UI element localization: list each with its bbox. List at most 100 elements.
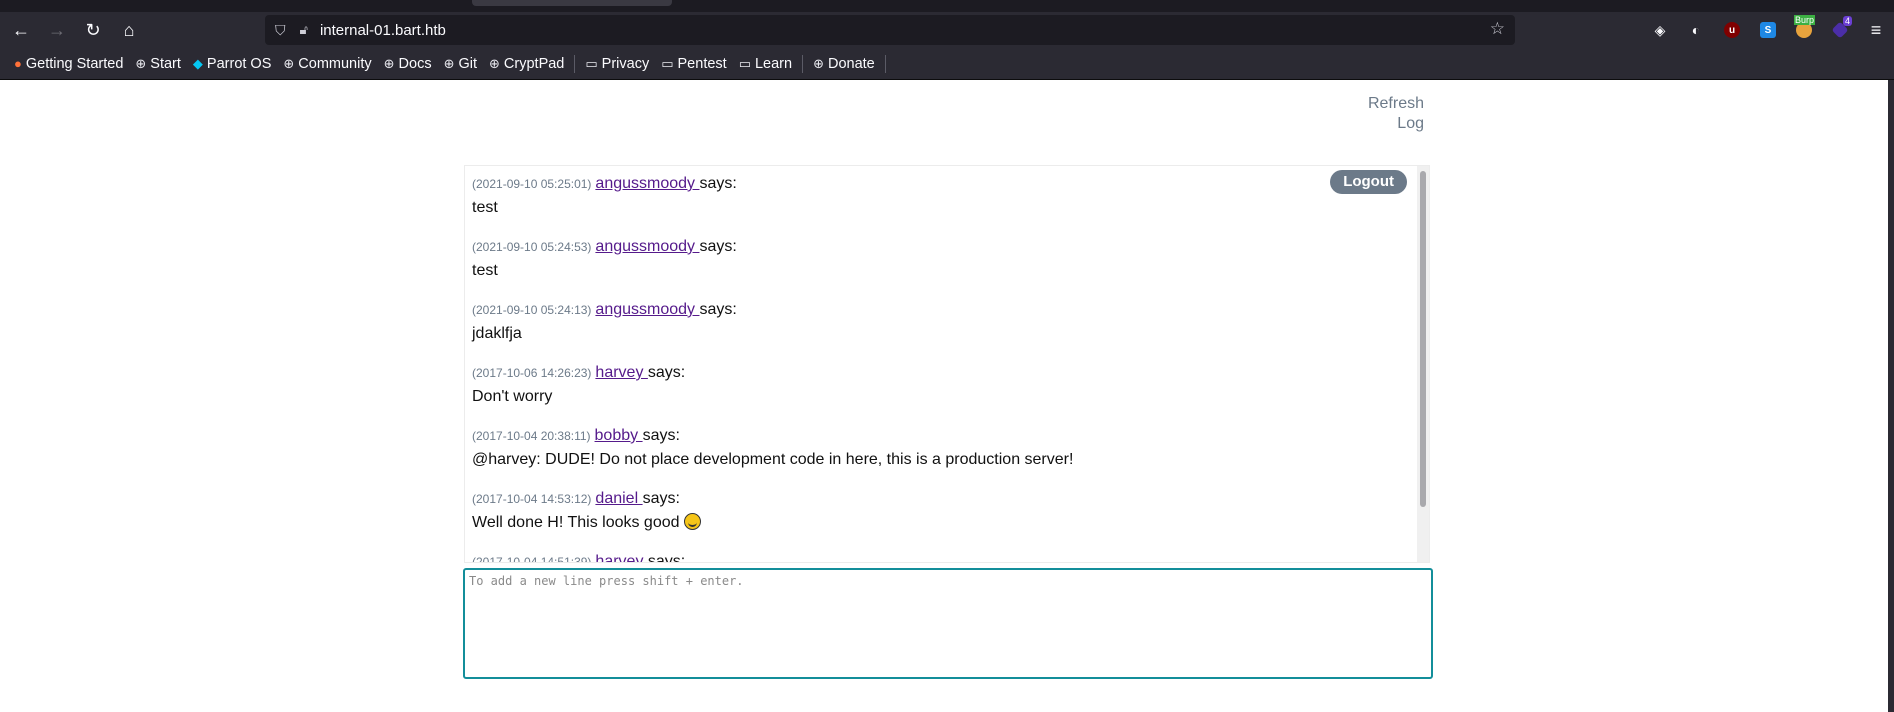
- says-label: says:: [699, 238, 737, 255]
- bookmark-label: Pentest: [677, 55, 727, 72]
- bookmark-community[interactable]: ⊕ Community: [277, 52, 377, 76]
- message-input[interactable]: [465, 570, 1431, 677]
- toolbar-icons: ◈ ◐ u S Burp 4 ≡: [1642, 15, 1894, 44]
- bookmark-git[interactable]: ⊕ Git: [438, 52, 483, 76]
- back-button[interactable]: ←: [6, 16, 36, 44]
- bookmark-label: Git: [458, 55, 478, 72]
- bookmark-separator: [802, 54, 804, 73]
- message-username-link[interactable]: harvey: [595, 553, 647, 562]
- wappalyzer-icon: S: [1760, 22, 1776, 38]
- message-body: Well done H! This looks good: [472, 513, 1421, 533]
- extensions-button[interactable]: 4: [1822, 16, 1858, 44]
- globe-icon: ⊕: [489, 55, 500, 71]
- foxyproxy-button[interactable]: ◐: [1678, 16, 1714, 44]
- bookmark-donate[interactable]: ⊕ Donate: [807, 52, 881, 76]
- bookmark-star-icon[interactable]: ☆: [1490, 19, 1505, 39]
- wappalyzer-button[interactable]: S: [1750, 16, 1786, 44]
- message-body: @harvey: DUDE! Do not place development …: [472, 451, 1074, 468]
- log-link[interactable]: Log: [1368, 114, 1424, 134]
- refresh-link[interactable]: Refresh: [1368, 94, 1424, 114]
- message-username-link[interactable]: harvey: [595, 364, 647, 381]
- message-username-link[interactable]: angussmoody: [595, 238, 699, 255]
- arrow-right-icon: →: [48, 19, 66, 40]
- globe-icon: ⊕: [135, 55, 147, 71]
- chat-message: (2017-10-04 14:51:39) harvey says:: [472, 552, 1421, 563]
- says-label: says:: [647, 553, 686, 563]
- message-header: (2021-09-10 05:25:01) angussmoody says:: [472, 174, 1421, 194]
- bookmark-docs[interactable]: ⊕ Docs: [378, 52, 438, 76]
- message-body-text: Well done H! This looks good: [472, 514, 680, 531]
- says-label: says:: [647, 364, 686, 381]
- url-text[interactable]: internal-01.bart.htb: [320, 22, 446, 39]
- home-button[interactable]: ⌂: [114, 16, 144, 44]
- pocket-button[interactable]: ◈: [1642, 16, 1678, 44]
- message-body: test: [472, 199, 498, 216]
- bookmark-label: Start: [150, 55, 181, 72]
- burp-button[interactable]: Burp: [1786, 15, 1822, 44]
- page-links: Refresh Log: [1368, 94, 1424, 134]
- bookmark-parrot-os[interactable]: ◆ Parrot OS: [187, 52, 277, 76]
- reload-icon: ↻: [85, 19, 101, 40]
- ublock-button[interactable]: u: [1714, 16, 1750, 44]
- forward-button[interactable]: →: [42, 16, 72, 44]
- message-header: (2021-09-10 05:24:13) angussmoody says:: [472, 300, 1421, 320]
- message-username-link[interactable]: bobby: [595, 427, 643, 444]
- message-timestamp: (2021-09-10 05:25:01): [472, 177, 592, 191]
- lock-icon[interactable]: 🔓︎: [300, 22, 308, 38]
- folder-icon: ▭: [738, 55, 751, 71]
- bookmark-getting-started[interactable]: ● Getting Started: [8, 52, 129, 76]
- active-tab[interactable]: [472, 0, 672, 6]
- message-body: jdaklfja: [472, 325, 522, 342]
- shield-icon[interactable]: ⛉: [275, 22, 286, 39]
- reload-button[interactable]: ↻: [78, 16, 108, 44]
- bookmark-folder-privacy[interactable]: ▭ Privacy: [579, 52, 655, 76]
- message-username-link[interactable]: daniel: [595, 490, 642, 507]
- chat-log[interactable]: (2021-09-10 05:25:01) angussmoody says: t…: [464, 165, 1430, 563]
- parrot-icon: ◆: [192, 55, 203, 71]
- globe-icon: ⊕: [383, 55, 395, 71]
- bookmark-folder-pentest[interactable]: ▭ Pentest: [655, 52, 732, 76]
- url-bar[interactable]: ⛉ 🔓︎ internal-01.bart.htb ☆: [265, 15, 1515, 45]
- window-edge: [1888, 80, 1894, 712]
- message-timestamp: (2021-09-10 05:24:53): [472, 240, 592, 254]
- hamburger-menu-icon: ≡: [1870, 19, 1882, 40]
- bookmark-cryptpad[interactable]: ⊕ CryptPad: [483, 52, 570, 76]
- message-username-link[interactable]: angussmoody: [595, 301, 699, 318]
- navigation-toolbar: ← → ↻ ⌂ ⛉ 🔓︎ internal-01.bart.htb ☆ ◈ ◐ …: [0, 12, 1894, 48]
- message-username-link[interactable]: angussmoody: [595, 175, 699, 192]
- message-body: test: [472, 262, 498, 279]
- message-input-container: [463, 568, 1433, 679]
- foxyproxy-icon: ◐: [1691, 22, 1701, 38]
- bookmark-label: Learn: [754, 55, 793, 72]
- bookmark-separator: [884, 54, 886, 73]
- says-label: says:: [642, 490, 680, 507]
- menu-button[interactable]: ≡: [1858, 16, 1894, 44]
- bookmark-label: Privacy: [601, 55, 650, 72]
- chat-scrollbar[interactable]: [1417, 166, 1429, 562]
- folder-icon: ▭: [585, 55, 598, 71]
- bookmark-label: Getting Started: [25, 55, 124, 72]
- bookmark-label: Docs: [398, 55, 432, 72]
- says-label: says:: [699, 175, 737, 192]
- message-list: (2021-09-10 05:25:01) angussmoody says: t…: [465, 166, 1429, 563]
- arrow-left-icon: ←: [12, 19, 30, 40]
- bookmark-separator: [574, 54, 576, 73]
- message-timestamp: (2017-10-04 14:53:12): [472, 492, 592, 506]
- firefox-icon: ●: [14, 56, 22, 71]
- bookmark-label: CryptPad: [503, 55, 565, 72]
- message-header: (2017-10-06 14:26:23) harvey says:: [472, 363, 1421, 383]
- bookmark-start[interactable]: ⊕ Start: [129, 52, 187, 76]
- chat-message: (2017-10-04 20:38:11) bobby says: @harvey…: [472, 426, 1421, 470]
- globe-icon: ⊕: [443, 55, 455, 71]
- chat-scrollbar-thumb[interactable]: [1420, 171, 1426, 507]
- chat-message: (2021-09-10 05:24:13) angussmoody says: j…: [472, 300, 1421, 344]
- bookmark-folder-learn[interactable]: ▭ Learn: [733, 52, 798, 76]
- logout-button[interactable]: Logout: [1330, 170, 1407, 194]
- bookmark-label: Parrot OS: [206, 55, 272, 72]
- message-timestamp: (2021-09-10 05:24:13): [472, 303, 592, 317]
- chat-message: (2017-10-04 14:53:12) daniel says: Well d…: [472, 489, 1421, 533]
- home-icon: ⌂: [123, 19, 135, 40]
- message-header: (2017-10-04 14:51:39) harvey says:: [472, 552, 1421, 563]
- bookmark-label: Donate: [827, 55, 875, 72]
- extensions-count-badge: 4: [1842, 16, 1852, 26]
